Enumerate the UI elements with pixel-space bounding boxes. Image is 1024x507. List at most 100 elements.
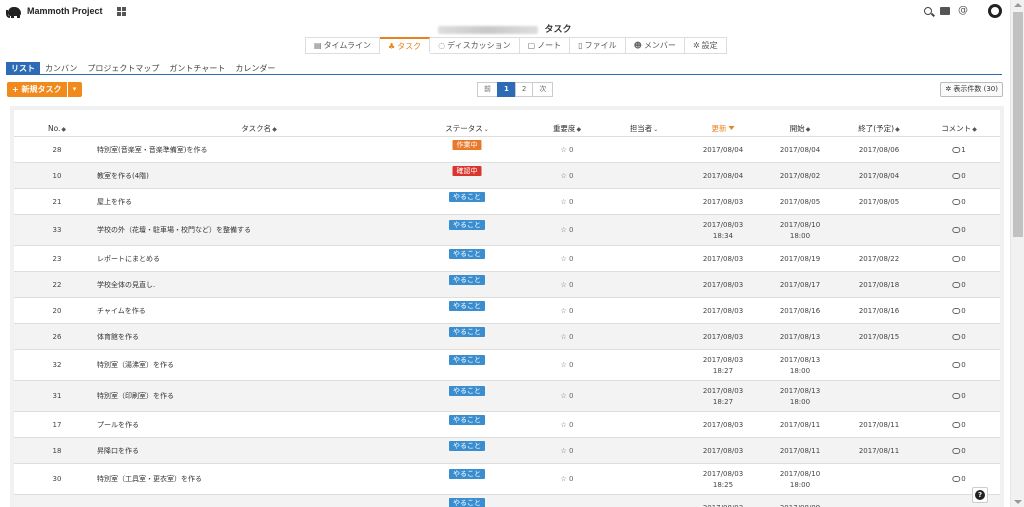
task-name-link[interactable]: チャイムを作る xyxy=(97,306,146,317)
task-name-link[interactable]: 特別室(音楽室・音楽準備室)を作る xyxy=(97,145,207,156)
status-badge[interactable]: やること xyxy=(449,248,485,259)
task-comments[interactable]: 0 xyxy=(952,280,966,291)
status-badge[interactable]: やること xyxy=(449,414,485,425)
col-header-status[interactable]: ステータス⌄ xyxy=(445,110,489,136)
table-row[interactable]: 22 学校全体の見直し. やること ☆ 0 2017/08/03 2017/08/17 20… xyxy=(14,271,1000,297)
col-header-no[interactable]: No.◆ xyxy=(48,110,66,136)
task-comments[interactable]: 0 xyxy=(952,391,966,402)
scroll-thumb[interactable] xyxy=(1013,12,1023,237)
project-nav-settings[interactable]: ✲ 設定 xyxy=(684,38,727,54)
status-badge[interactable]: 確認中 xyxy=(452,165,482,176)
task-priority[interactable]: ☆ 0 xyxy=(561,391,574,402)
scroll-down-icon[interactable] xyxy=(1014,500,1022,504)
status-badge[interactable]: 作業中 xyxy=(452,139,482,150)
project-nav-members[interactable]: ☻ メンバー xyxy=(625,38,685,54)
project-nav-discussion[interactable]: ◌ ディスカッション xyxy=(430,38,520,54)
task-comments[interactable]: 0 xyxy=(952,360,966,371)
task-priority[interactable]: ☆ 0 xyxy=(561,145,574,156)
col-header-end[interactable]: 終了(予定)◆ xyxy=(858,110,899,136)
task-name-link[interactable]: プールを作る xyxy=(97,420,139,431)
status-badge[interactable]: やること xyxy=(449,191,485,202)
table-row[interactable]: 26 体育館を作る やること ☆ 0 2017/08/03 2017/08/13 2017/… xyxy=(14,323,1000,349)
task-priority[interactable]: ☆ 0 xyxy=(561,420,574,431)
task-priority[interactable]: ☆ 0 xyxy=(561,280,574,291)
display-count-button[interactable]: ✲ 表示件数 (30) xyxy=(940,82,1003,97)
status-badge[interactable]: やること xyxy=(449,386,485,396)
app-logo[interactable]: Mammoth Project xyxy=(6,3,103,19)
task-priority[interactable]: ☆ 0 xyxy=(561,254,574,265)
user-avatar[interactable] xyxy=(988,4,1002,18)
col-header-comments[interactable]: コメント◆ xyxy=(941,110,977,136)
table-row[interactable]: 10 教室を作る(4階) 確認中 ☆ 0 2017/08/04 2017/08/02 201… xyxy=(14,162,1000,188)
task-comments[interactable]: 0 xyxy=(952,332,966,343)
table-row[interactable]: やること 2017/08/03 2017/08/09 xyxy=(14,494,1000,507)
table-row[interactable]: 31 特別室（印刷室）を作る やること ☆ 0 2017/08/03 18:27 2017/… xyxy=(14,380,1000,411)
task-priority[interactable]: ☆ 0 xyxy=(561,171,574,182)
task-comments[interactable]: 0 xyxy=(952,420,966,431)
help-button[interactable]: ? xyxy=(972,487,988,503)
task-comments[interactable]: 0 xyxy=(952,197,966,208)
task-priority[interactable]: ☆ 0 xyxy=(561,306,574,317)
task-name-link[interactable]: 特別室（湯沸室）を作る xyxy=(97,360,174,371)
new-task-button[interactable]: + 新規タスク xyxy=(7,82,67,97)
status-badge[interactable]: やること xyxy=(449,220,485,230)
pager-next[interactable]: 次 xyxy=(532,82,554,97)
table-row[interactable]: 20 チャイムを作る やること ☆ 0 2017/08/03 2017/08/16 2017… xyxy=(14,297,1000,323)
task-name-link[interactable]: 学校の外（花壇・駐車場・校門など）を整備する xyxy=(97,225,251,236)
task-priority[interactable]: ☆ 0 xyxy=(561,474,574,485)
pager-prev[interactable]: 前 xyxy=(477,82,498,97)
project-nav-timeline[interactable]: ▤ タイムライン xyxy=(305,38,381,54)
table-row[interactable]: 17 プールを作る やること ☆ 0 2017/08/03 2017/08/11 2017/… xyxy=(14,411,1000,437)
project-nav-note[interactable]: ▢ ノート xyxy=(519,38,571,54)
task-priority[interactable]: ☆ 0 xyxy=(561,197,574,208)
task-priority[interactable]: ☆ 0 xyxy=(561,446,574,457)
at-mention-icon[interactable]: @ xyxy=(958,6,968,16)
task-comments[interactable]: 0 xyxy=(952,446,966,457)
status-badge[interactable]: やること xyxy=(449,355,485,365)
status-badge[interactable]: やること xyxy=(449,274,485,285)
table-row[interactable]: 28 特別室(音楽室・音楽準備室)を作る 作業中 ☆ 0 2017/08/04 2017/… xyxy=(14,136,1000,162)
status-badge[interactable]: やること xyxy=(449,440,485,451)
task-name-link[interactable]: 昇降口を作る xyxy=(97,446,139,457)
task-comments[interactable]: 1 xyxy=(952,145,966,156)
task-comments[interactable]: 0 xyxy=(952,306,966,317)
col-header-assignee[interactable]: 担当者⌄ xyxy=(630,110,659,136)
pager-page-1[interactable]: 1 xyxy=(497,82,516,97)
task-name-link[interactable]: 特別室（工具室・更衣室）を作る xyxy=(97,474,202,485)
col-header-start[interactable]: 開始◆ xyxy=(790,110,811,136)
table-row[interactable]: 18 昇降口を作る やること ☆ 0 2017/08/03 2017/08/11 2017/… xyxy=(14,437,1000,463)
new-task-dropdown-button[interactable]: ▾ xyxy=(67,82,82,97)
status-badge[interactable]: やること xyxy=(449,326,485,337)
col-header-priority[interactable]: 重要度◆ xyxy=(553,110,581,136)
table-row[interactable]: 21 屋上を作る やること ☆ 0 2017/08/03 2017/08/05 2017/0… xyxy=(14,188,1000,214)
status-badge[interactable]: やること xyxy=(449,497,485,507)
table-row[interactable]: 32 特別室（湯沸室）を作る やること ☆ 0 2017/08/03 18:27 2017/… xyxy=(14,349,1000,380)
page-scrollbar[interactable] xyxy=(1010,0,1024,507)
task-name-link[interactable]: 特別室（印刷室）を作る xyxy=(97,391,174,402)
task-priority[interactable]: ☆ 0 xyxy=(561,360,574,371)
task-comments[interactable]: 0 xyxy=(952,474,966,485)
status-badge[interactable]: やること xyxy=(449,300,485,311)
task-name-link[interactable]: 体育館を作る xyxy=(97,332,139,343)
task-comments[interactable]: 0 xyxy=(952,254,966,265)
card-icon[interactable] xyxy=(940,7,950,15)
pager-page-2[interactable]: 2 xyxy=(514,82,534,97)
scroll-up-icon[interactable] xyxy=(1014,3,1022,7)
task-priority[interactable]: ☆ 0 xyxy=(561,332,574,343)
table-row[interactable]: 23 レポートにまとめる やること ☆ 0 2017/08/03 2017/08/19 20… xyxy=(14,245,1000,271)
project-nav-task[interactable]: ♣ タスク xyxy=(380,37,431,53)
task-name-link[interactable]: 屋上を作る xyxy=(97,197,132,208)
table-row[interactable]: 30 特別室（工具室・更衣室）を作る やること ☆ 0 2017/08/03 18:25 2… xyxy=(14,463,1000,494)
status-badge[interactable]: やること xyxy=(449,469,485,479)
task-name-link[interactable]: 教室を作る(4階) xyxy=(97,171,149,182)
apps-grid-icon[interactable] xyxy=(116,6,126,16)
search-icon[interactable] xyxy=(924,7,932,15)
task-name-link[interactable]: レポートにまとめる xyxy=(97,254,160,265)
project-nav-file[interactable]: ▯ ファイル xyxy=(570,38,626,54)
task-comments[interactable]: 0 xyxy=(952,225,966,236)
table-row[interactable]: 33 学校の外（花壇・駐車場・校門など）を整備する やること ☆ 0 2017/08/0… xyxy=(14,214,1000,245)
task-name-link[interactable]: 学校全体の見直し. xyxy=(97,280,155,291)
col-header-updated[interactable]: 更新 xyxy=(712,110,735,136)
task-comments[interactable]: 0 xyxy=(952,171,966,182)
task-priority[interactable]: ☆ 0 xyxy=(561,225,574,236)
